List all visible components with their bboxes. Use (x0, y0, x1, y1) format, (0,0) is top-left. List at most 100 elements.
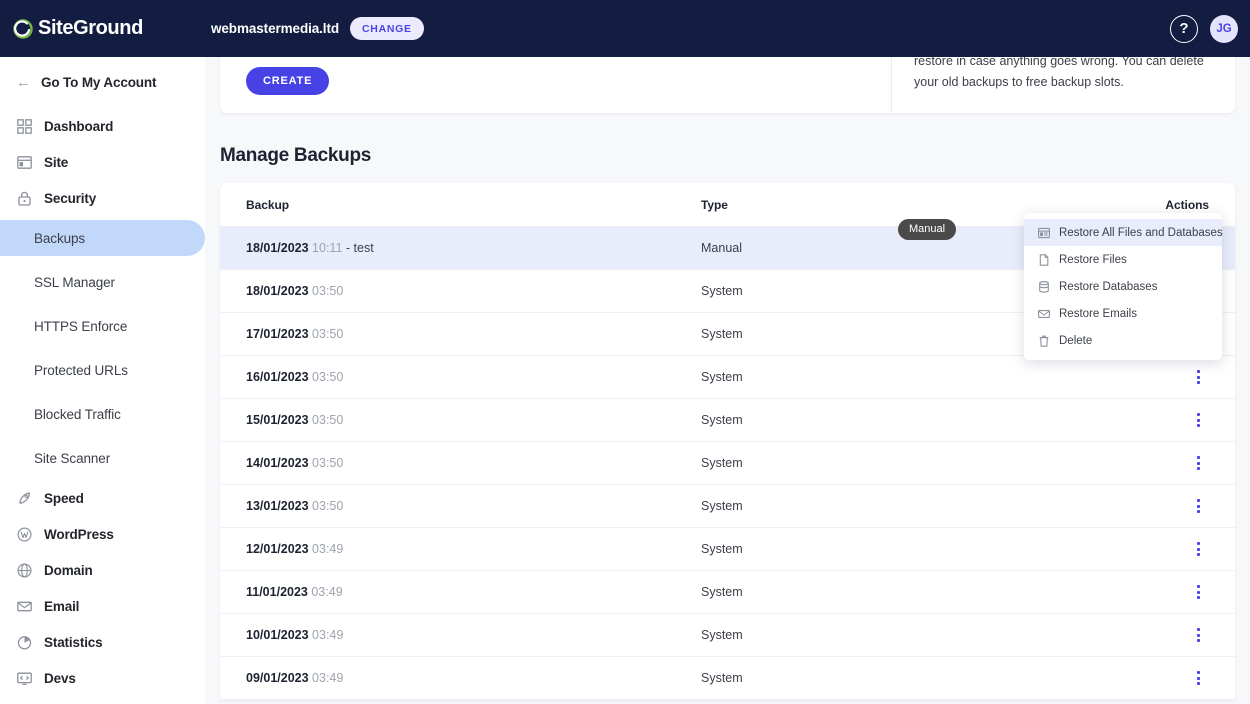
table-row[interactable]: 15/01/2023 03:50 System (220, 399, 1235, 442)
row-actions-kebab-icon[interactable] (1187, 581, 1209, 603)
avatar[interactable]: JG (1210, 14, 1238, 43)
menu-item-delete[interactable]: Delete (1024, 327, 1222, 354)
code-monitor-icon (16, 670, 33, 687)
cell-backup-date: 18/01/2023 10:11 - test (246, 241, 374, 255)
sidebar-item-protected-urls[interactable]: Protected URLs (0, 352, 205, 388)
row-actions-kebab-icon[interactable] (1187, 624, 1209, 646)
table-row[interactable]: 13/01/2023 03:50 System (220, 485, 1235, 528)
sidebar-item-speed[interactable]: Speed (0, 480, 205, 516)
menu-item-label: Restore All Files and Databases (1059, 226, 1223, 239)
sidebar-item-devs[interactable]: Devs (0, 660, 205, 696)
table-row[interactable]: 14/01/2023 03:50 System (220, 442, 1235, 485)
cell-backup-date: 12/01/2023 03:49 (246, 542, 344, 556)
globe-icon (16, 562, 33, 579)
table-row[interactable]: 12/01/2023 03:49 System (220, 528, 1235, 571)
cell-actions (1139, 581, 1209, 603)
sidebar-label: Dashboard (44, 118, 114, 134)
sidebar-item-statistics[interactable]: Statistics (0, 624, 205, 660)
grid-icon (16, 118, 33, 135)
brand-logo[interactable]: SiteGround (0, 17, 200, 40)
menu-item-restore-files[interactable]: Restore Files (1024, 246, 1222, 273)
sidebar-item-ssl-manager[interactable]: SSL Manager (0, 264, 205, 300)
file-icon (1037, 253, 1050, 266)
restore-window-icon (1037, 226, 1050, 239)
arrow-left-icon: ← (16, 74, 31, 91)
cell-backup-type: System (701, 456, 743, 470)
sidebar-item-backups[interactable]: Backups (0, 220, 205, 256)
cell-backup-date: 15/01/2023 03:50 (246, 413, 344, 427)
wordpress-icon (16, 526, 33, 543)
page-title: Manage Backups (220, 145, 372, 166)
sidebar-item-email[interactable]: Email (0, 588, 205, 624)
row-actions-kebab-icon[interactable] (1187, 409, 1209, 431)
sidebar-item-security[interactable]: Security (0, 180, 205, 216)
table-row[interactable]: 16/01/2023 03:50 System (220, 356, 1235, 399)
cell-backup-type: System (701, 542, 743, 556)
create-button[interactable]: CREATE (246, 67, 330, 95)
row-actions-kebab-icon[interactable] (1187, 538, 1209, 560)
rocket-icon (16, 490, 33, 507)
help-icon[interactable]: ? (1170, 14, 1198, 43)
browser-window-icon (16, 154, 33, 171)
sidebar-item-https-enforce[interactable]: HTTPS Enforce (0, 308, 205, 344)
menu-item-restore-emails[interactable]: Restore Emails (1024, 300, 1222, 327)
go-to-my-account-label: Go To My Account (41, 75, 157, 90)
create-backup-panel: CREATE (220, 57, 892, 113)
sidebar-label: Security (44, 190, 97, 206)
cell-backup-type: System (701, 585, 743, 599)
siteground-logo-icon (12, 18, 34, 40)
cell-backup-type: System (701, 671, 743, 685)
sidebar-sub-label: Site Scanner (34, 450, 111, 466)
menu-item-label: Delete (1059, 334, 1093, 347)
cell-backup-date: 11/01/2023 03:49 (246, 585, 343, 599)
cell-actions (1139, 667, 1209, 689)
sidebar-item-domain[interactable]: Domain (0, 552, 205, 588)
sidebar-item-blocked-traffic[interactable]: Blocked Traffic (0, 396, 205, 432)
backup-info-card: CREATE restore in case anything goes wro… (220, 57, 1235, 113)
backup-info-text: restore in case anything goes wrong. You… (914, 57, 1204, 89)
table-row[interactable]: 11/01/2023 03:49 System (220, 571, 1235, 614)
cell-backup-date: 10/01/2023 03:49 (246, 628, 344, 642)
lock-icon (16, 190, 33, 207)
brand-name: SiteGround (38, 17, 143, 39)
go-to-my-account-link[interactable]: ← Go To My Account (0, 57, 205, 108)
sidebar-item-site[interactable]: Site (0, 144, 205, 180)
cell-backup-type: System (701, 499, 743, 513)
menu-item-restore-databases[interactable]: Restore Databases (1024, 273, 1222, 300)
column-header-actions: Actions (1165, 197, 1209, 212)
sidebar: ← Go To My Account Dashboard Site Securi… (0, 57, 205, 704)
sidebar-item-wordpress[interactable]: WordPress (0, 516, 205, 552)
cell-actions (1139, 624, 1209, 646)
row-actions-kebab-icon[interactable] (1187, 452, 1209, 474)
cell-backup-date: 17/01/2023 03:50 (246, 327, 344, 341)
cell-actions (1139, 452, 1209, 474)
change-site-button[interactable]: CHANGE (350, 17, 424, 40)
sidebar-label: Statistics (44, 634, 103, 650)
cell-actions (1139, 495, 1209, 517)
sidebar-item-dashboard[interactable]: Dashboard (0, 108, 205, 144)
sidebar-sub-label: Blocked Traffic (34, 406, 121, 422)
sidebar-sub-label: HTTPS Enforce (34, 318, 128, 334)
menu-item-restore-all[interactable]: Restore All Files and Databases (1024, 219, 1223, 246)
sidebar-label: Domain (44, 562, 93, 578)
top-header: SiteGround webmastermedia.ltd CHANGE ? J… (0, 0, 1250, 57)
row-actions-kebab-icon[interactable] (1187, 667, 1209, 689)
cell-backup-date: 18/01/2023 03:50 (246, 284, 344, 298)
sidebar-sub-label: SSL Manager (34, 274, 115, 290)
table-row[interactable]: 10/01/2023 03:49 System (220, 614, 1235, 657)
row-actions-kebab-icon[interactable] (1187, 495, 1209, 517)
header-actions: ? JG (1170, 14, 1250, 43)
cell-backup-date: 09/01/2023 03:49 (246, 671, 344, 685)
menu-item-label: Restore Databases (1059, 280, 1158, 293)
table-row[interactable]: 09/01/2023 03:49 System (220, 657, 1235, 700)
envelope-icon (16, 598, 33, 615)
row-actions-kebab-icon[interactable] (1187, 366, 1209, 388)
sidebar-label: Devs (44, 670, 76, 686)
cell-actions (1139, 366, 1209, 388)
sidebar-label: WordPress (44, 526, 114, 542)
sidebar-nav-top: Dashboard Site Security Backups SSL Mana… (0, 108, 205, 696)
type-tooltip: Manual (898, 219, 957, 240)
sidebar-item-site-scanner[interactable]: Site Scanner (0, 440, 205, 476)
cell-actions (1139, 538, 1209, 560)
cell-backup-type: System (701, 628, 743, 642)
